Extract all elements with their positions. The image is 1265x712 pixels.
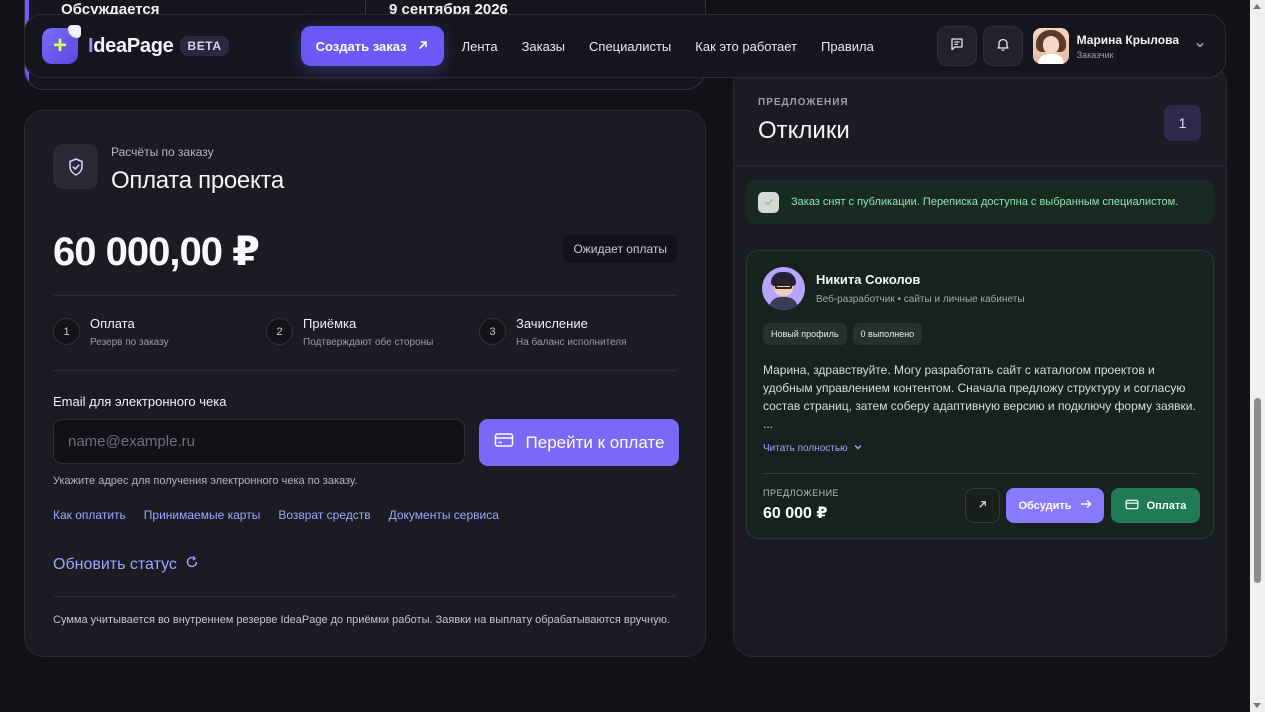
step-title: Зачисление bbox=[516, 316, 588, 331]
proposal-card: Никита Соколов Веб-разработчик • сайты и… bbox=[746, 250, 1214, 539]
reserve-note: Сумма учитывается во внутреннем резерве … bbox=[53, 614, 670, 626]
proposals-count-badge: 1 bbox=[1164, 105, 1201, 141]
page-scrollbar[interactable] bbox=[1250, 0, 1265, 712]
go-to-payment-button[interactable]: Перейти к оплате bbox=[479, 419, 679, 466]
main-nav: Лента Заказы Специалисты Как это работае… bbox=[462, 39, 874, 54]
nav-link-how-it-works[interactable]: Как это работает bbox=[695, 39, 797, 54]
arrow-up-right-icon bbox=[417, 39, 429, 54]
payment-steps: 1 Оплата Резерв по заказу 2 Приёмка Подт… bbox=[53, 316, 692, 348]
step-number: 1 bbox=[53, 318, 80, 345]
divider bbox=[53, 596, 677, 597]
nav-link-specialists[interactable]: Специалисты bbox=[589, 39, 671, 54]
link-service-documents[interactable]: Документы сервиса bbox=[389, 508, 499, 522]
read-more-link[interactable]: Читать полностью bbox=[763, 442, 863, 455]
status-badge: Ожидает оплаты bbox=[563, 235, 677, 263]
step-description: Подтверждают обе стороны bbox=[303, 337, 434, 348]
messages-button[interactable] bbox=[936, 26, 977, 66]
chip-completed-count: 0 выполнено bbox=[852, 323, 923, 345]
step-acceptance: 2 Приёмка Подтверждают обе стороны bbox=[266, 316, 479, 348]
proposal-text: Марина, здравствуйте. Могу разработать с… bbox=[763, 363, 1196, 431]
payment-card: Расчёты по заказу Оплата проекта 60 000,… bbox=[24, 110, 706, 657]
pay-proposal-button[interactable]: Оплата bbox=[1111, 488, 1200, 523]
chevron-down-icon bbox=[1195, 37, 1205, 55]
logo-icon[interactable]: + bbox=[42, 25, 81, 64]
bell-icon bbox=[995, 36, 1011, 57]
proposals-title: Отклики bbox=[758, 117, 850, 144]
price-label: ПРЕДЛОЖЕНИЕ bbox=[763, 488, 840, 498]
link-accepted-cards[interactable]: Принимаемые карты bbox=[144, 508, 261, 522]
specialist-chips: Новый профиль 0 выполнено bbox=[763, 323, 923, 345]
notice-text: Заказ снят с публикации. Переписка досту… bbox=[791, 196, 1179, 208]
pay-proposal-label: Оплата bbox=[1146, 499, 1187, 512]
credit-card-icon bbox=[494, 432, 514, 453]
link-refunds[interactable]: Возврат средств bbox=[278, 508, 370, 522]
scrollbar-thumb[interactable] bbox=[1254, 398, 1261, 583]
nav-link-orders[interactable]: Заказы bbox=[522, 39, 565, 54]
discuss-button[interactable]: Обсудить bbox=[1006, 488, 1104, 523]
divider bbox=[734, 165, 1226, 166]
link-how-to-pay[interactable]: Как оплатить bbox=[53, 508, 126, 522]
step-title: Оплата bbox=[90, 316, 135, 331]
email-field[interactable] bbox=[53, 419, 465, 464]
step-payout: 3 Зачисление На баланс исполнителя bbox=[479, 316, 692, 348]
brand-name[interactable]: IdeaPage bbox=[88, 35, 174, 58]
step-payment: 1 Оплата Резерв по заказу bbox=[53, 316, 266, 348]
refresh-status-label: Обновить статус bbox=[53, 555, 177, 573]
chat-icon bbox=[949, 36, 965, 57]
proposals-panel: ПРЕДЛОЖЕНИЯ Отклики 1 Заказ снят с публи… bbox=[733, 64, 1227, 657]
nav-link-rules[interactable]: Правила bbox=[821, 39, 874, 54]
payment-amount: 60 000,00 ₽ bbox=[53, 230, 260, 274]
scroll-up-arrow[interactable] bbox=[1253, 4, 1261, 9]
avatar bbox=[1032, 28, 1069, 64]
user-name: Марина Крылова bbox=[1076, 32, 1179, 47]
step-title: Приёмка bbox=[303, 316, 357, 331]
check-icon bbox=[758, 191, 779, 213]
go-to-payment-label: Перейти к оплате bbox=[525, 432, 665, 452]
nav-actions: Марина Крылова Заказчик bbox=[936, 26, 1211, 66]
step-description: На баланс исполнителя bbox=[516, 337, 627, 348]
step-number: 2 bbox=[266, 318, 293, 345]
refresh-status-button[interactable]: Обновить статус bbox=[53, 555, 199, 574]
divider bbox=[53, 370, 677, 371]
unpublished-notice: Заказ снят с публикации. Переписка досту… bbox=[746, 180, 1214, 224]
payment-title: Оплата проекта bbox=[111, 167, 284, 194]
divider bbox=[763, 473, 1197, 474]
shield-icon bbox=[53, 144, 98, 189]
chip-new-profile: Новый профиль bbox=[763, 323, 847, 345]
create-order-label: Создать заказ bbox=[315, 38, 407, 54]
create-order-button[interactable]: Создать заказ bbox=[300, 26, 444, 66]
payment-help-links: Как оплатить Принимаемые карты Возврат с… bbox=[53, 508, 499, 522]
proposal-price: 60 000 ₽ bbox=[763, 505, 828, 522]
divider bbox=[53, 295, 677, 296]
chevron-down-icon bbox=[853, 442, 863, 455]
specialist-name[interactable]: Никита Соколов bbox=[816, 272, 920, 287]
specialist-role: Веб-разработчик • сайты и личные кабинет… bbox=[816, 294, 1025, 305]
payment-subtitle: Расчёты по заказу bbox=[111, 145, 214, 159]
email-label: Email для электронного чека bbox=[53, 394, 227, 409]
avatar[interactable] bbox=[762, 267, 805, 310]
proposals-overline: ПРЕДЛОЖЕНИЯ bbox=[758, 97, 849, 108]
user-role: Заказчик bbox=[1076, 49, 1114, 60]
arrow-up-right-icon bbox=[977, 497, 988, 515]
notifications-button[interactable] bbox=[982, 26, 1023, 66]
email-hint: Укажите адрес для получения электронного… bbox=[53, 475, 358, 487]
credit-card-icon bbox=[1125, 499, 1139, 513]
refresh-icon bbox=[185, 555, 199, 574]
open-profile-button[interactable] bbox=[965, 488, 1000, 523]
user-menu[interactable]: Марина Крылова Заказчик bbox=[1032, 28, 1211, 64]
step-number: 3 bbox=[479, 318, 506, 345]
read-more-label: Читать полностью bbox=[763, 443, 848, 454]
top-navbar: + IdeaPage BETA Создать заказ Лента Зака… bbox=[24, 14, 1226, 78]
discuss-label: Обсудить bbox=[1018, 499, 1072, 512]
scroll-down-arrow[interactable] bbox=[1253, 703, 1261, 708]
beta-badge: BETA bbox=[180, 36, 229, 56]
arrow-right-icon bbox=[1080, 499, 1092, 512]
step-description: Резерв по заказу bbox=[90, 337, 169, 348]
nav-link-feed[interactable]: Лента bbox=[462, 39, 498, 54]
